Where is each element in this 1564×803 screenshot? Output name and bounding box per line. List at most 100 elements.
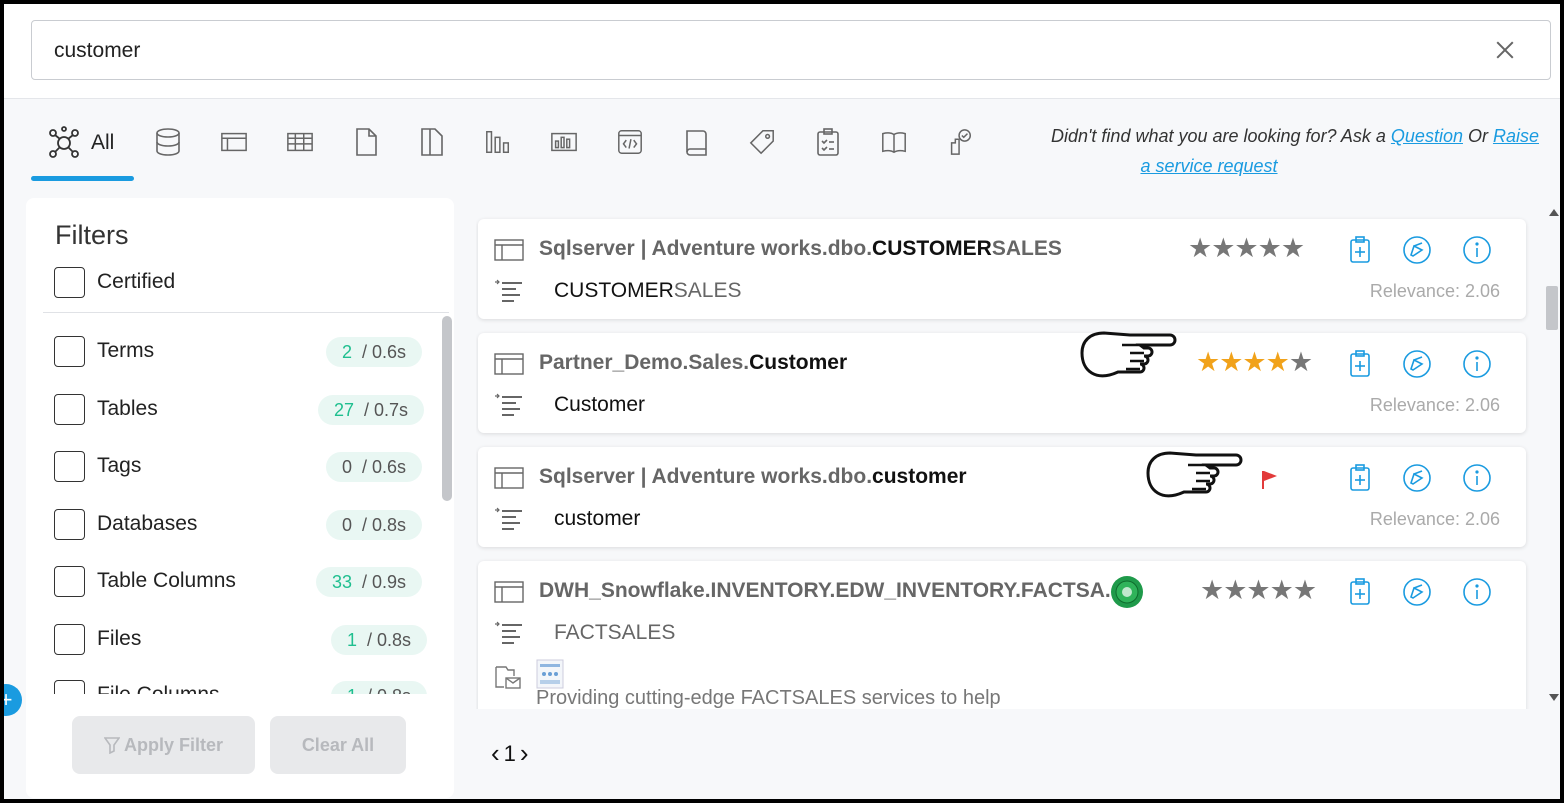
count-value: 2: [342, 341, 353, 362]
question-link[interactable]: Question: [1391, 126, 1463, 146]
tab-databases[interactable]: [148, 122, 188, 162]
title-prefix: DWH_Snowflake.INVENTORY.EDW_INVENTORY.FA…: [539, 579, 1123, 602]
tab-glossary[interactable]: [874, 122, 914, 162]
count-badge: 0 / 0.8s: [326, 510, 423, 540]
rating-stars[interactable]: ★★★★★: [1196, 347, 1313, 378]
filter-label: Terms: [97, 339, 155, 362]
next-page-button[interactable]: ›: [520, 738, 529, 769]
subtitle-highlight: Customer: [554, 393, 646, 416]
app-window: customer All Didn't find what you are lo…: [4, 4, 1560, 799]
tab-reports[interactable]: [544, 122, 584, 162]
result-description: Providing cutting-edge FACTSALES service…: [536, 687, 1001, 709]
tab-tables[interactable]: [214, 122, 254, 162]
clipboard-add-icon[interactable]: [1345, 577, 1375, 607]
file-columns-icon: [421, 128, 443, 156]
results-scrollbar[interactable]: [1546, 286, 1558, 330]
clear-all-button[interactable]: Clear All: [270, 716, 406, 774]
rating-stars[interactable]: ★★★★★: [1200, 575, 1317, 606]
database-icon: [156, 128, 180, 156]
table-icon: [494, 353, 524, 375]
filter-checkbox[interactable]: [54, 394, 85, 425]
count-value: 1: [347, 686, 357, 695]
title-highlight: CUSTOMER: [872, 237, 992, 260]
pen-tool-icon[interactable]: [1402, 577, 1432, 607]
count-value: 27: [334, 399, 355, 420]
tab-charts[interactable]: [478, 122, 518, 162]
file-icon: [356, 128, 377, 156]
info-icon[interactable]: [1462, 577, 1492, 607]
pointing-hand-icon: [1080, 331, 1177, 378]
count-value: 1: [347, 629, 358, 650]
tab-tags[interactable]: [742, 122, 782, 162]
count-badge: 27 / 0.7s: [318, 395, 425, 425]
tab-all[interactable]: All: [31, 114, 134, 184]
result-card[interactable]: Sqlserver | Adventure works.dbo.customer…: [478, 447, 1526, 547]
filter-checkbox[interactable]: [54, 680, 85, 694]
service-request-link-continued[interactable]: a service request: [994, 151, 1424, 181]
tab-requests[interactable]: [940, 122, 980, 162]
filter-checkbox[interactable]: [54, 566, 85, 597]
filter-list[interactable]: Terms 2 / 0.6s Tables 27 / 0.7s Tags 0 / 0.…: [26, 314, 456, 694]
filter-icon: [103, 737, 120, 754]
certified-checkbox[interactable]: [54, 267, 85, 298]
service-request-link[interactable]: Raise: [1493, 126, 1539, 146]
tab-checklists[interactable]: [808, 122, 848, 162]
result-card[interactable]: DWH_Snowflake.INVENTORY.EDW_INVENTORY.FA…: [478, 561, 1526, 709]
prev-page-button[interactable]: ‹: [491, 738, 500, 769]
count-time: / 0.7s: [364, 399, 409, 420]
title-prefix: Sqlserver | Adventure works.dbo.: [539, 465, 873, 488]
count-value: 33: [332, 571, 353, 592]
close-icon[interactable]: [1490, 35, 1520, 65]
filter-checkbox[interactable]: [54, 509, 85, 540]
subtitle-rest: FACTSALES: [554, 621, 676, 644]
tab-code[interactable]: [610, 122, 650, 162]
clear-all-label: Clear All: [301, 734, 375, 755]
filter-label: Table Columns: [97, 569, 236, 592]
clipboard-add-icon[interactable]: [1345, 463, 1375, 493]
title-prefix: Partner_Demo.Sales.: [539, 351, 750, 374]
active-tab-indicator: [31, 176, 134, 181]
results-list: Sqlserver | Adventure works.dbo.CUSTOMER…: [476, 189, 1536, 709]
clipboard-add-icon[interactable]: [1345, 235, 1375, 265]
flag-icon[interactable]: [1260, 469, 1280, 491]
info-icon[interactable]: [1462, 235, 1492, 265]
title-prefix: Sqlserver | Adventure works.dbo.: [539, 237, 873, 260]
tab-table-columns[interactable]: [280, 122, 320, 162]
relevance: Relevance: 2.06: [1369, 509, 1500, 529]
filter-scrollbar[interactable]: [442, 316, 452, 501]
filter-checkbox[interactable]: [54, 336, 85, 367]
tab-files[interactable]: [346, 122, 386, 162]
tab-books[interactable]: [676, 122, 716, 162]
scroll-up-arrow[interactable]: [1549, 209, 1559, 216]
filter-label: Databases: [97, 512, 198, 535]
count-badge: 33 / 0.9s: [316, 567, 423, 597]
filter-checkbox[interactable]: [54, 451, 85, 482]
clipboard-add-icon[interactable]: [1345, 349, 1375, 379]
subtitle-rest: SALES: [673, 279, 742, 302]
pen-tool-icon[interactable]: [1402, 235, 1432, 265]
result-title[interactable]: Sqlserver | Adventure works.dbo.customer: [539, 465, 967, 489]
help-prompt-or: Or: [1462, 126, 1493, 146]
result-title[interactable]: Partner_Demo.Sales.Customer: [539, 351, 847, 375]
scroll-down-arrow[interactable]: [1549, 694, 1559, 701]
report-icon: [551, 132, 577, 152]
count-time: / 0.6s: [362, 341, 407, 362]
filter-checkbox[interactable]: [54, 624, 85, 655]
result-card[interactable]: Partner_Demo.Sales.Customer Customer ★★★…: [478, 331, 1526, 433]
rating-stars[interactable]: ★★★★★: [1188, 233, 1305, 264]
apply-filter-button[interactable]: Apply Filter: [72, 716, 255, 774]
info-icon[interactable]: [1462, 463, 1492, 493]
filter-label: Tags: [97, 454, 142, 477]
result-card[interactable]: Sqlserver | Adventure works.dbo.CUSTOMER…: [478, 219, 1526, 319]
certified-label: Certified: [97, 270, 176, 293]
pen-tool-icon[interactable]: [1402, 463, 1432, 493]
tab-file-columns[interactable]: [412, 122, 452, 162]
result-title[interactable]: Sqlserver | Adventure works.dbo.CUSTOMER…: [539, 237, 1062, 261]
info-icon[interactable]: [1462, 349, 1492, 379]
search-input[interactable]: customer: [31, 20, 1551, 80]
count-time: / 0.6s: [362, 456, 407, 477]
result-title[interactable]: DWH_Snowflake.INVENTORY.EDW_INVENTORY.FA…: [539, 579, 1122, 603]
table-icon: [221, 132, 247, 152]
add-icon[interactable]: +: [4, 684, 22, 716]
pen-tool-icon[interactable]: [1402, 349, 1432, 379]
